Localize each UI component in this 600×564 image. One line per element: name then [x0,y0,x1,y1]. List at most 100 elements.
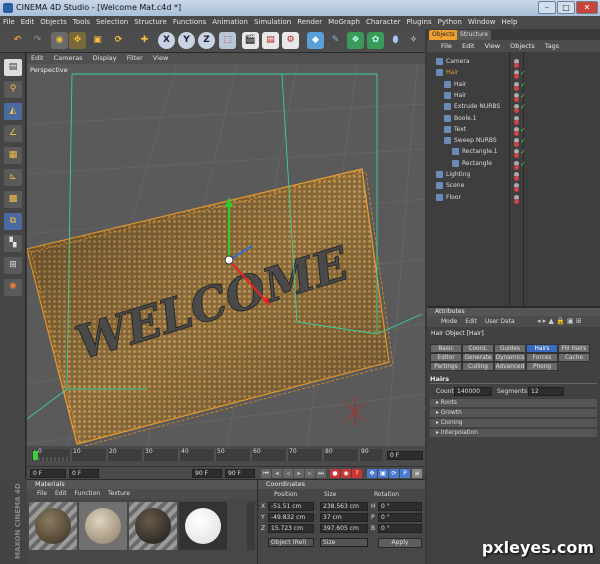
tab-basic[interactable]: Basic [430,344,462,353]
object-row-sweep[interactable]: Sweep NURBS ✓ [428,136,599,148]
autokey-icon[interactable]: ◉ [341,469,351,478]
menu-simulation[interactable]: Simulation [251,18,294,26]
pen-icon[interactable]: ✎ [327,32,344,49]
white-material-swatch[interactable] [179,502,227,550]
rotate-icon[interactable]: ⟳ [110,32,127,49]
object-row-text[interactable]: Text ✓ [428,125,599,136]
play-icon[interactable]: ▸ [294,469,304,478]
object-row-extrude[interactable]: Extrude NURBS ✓ [428,102,599,114]
objects-menu-tags[interactable]: Tags [541,42,563,50]
snap-icon[interactable]: ✺ [4,279,22,296]
position-x-field[interactable]: -51.51 cm [268,502,314,511]
object-row-hair[interactable]: Hair ✓ [428,68,599,80]
segments-field[interactable]: 12 [528,387,564,396]
timeline[interactable]: 0 10 20 30 40 50 60 70 80 90 0 F [27,446,425,466]
minimize-button[interactable]: – [538,1,556,14]
render-picture-icon[interactable]: ▤ [262,32,279,49]
menu-window[interactable]: Window [465,18,499,26]
move-icon[interactable]: ✥ [69,32,86,49]
current-frame-field[interactable]: 0 F [30,469,66,478]
points-mode-icon[interactable]: ◭ [4,103,22,120]
live-selection-icon[interactable]: ◉ [51,32,68,49]
rotation-h-field[interactable]: 0 ° [378,502,422,511]
tab-hairs[interactable]: Hairs [526,344,558,353]
workplane-icon[interactable]: ⊞ [4,257,22,274]
materials-menu-edit[interactable]: Edit [55,490,73,497]
enabled-check-icon[interactable]: ✓ [520,91,526,101]
hair-material-swatch[interactable] [29,502,77,550]
menu-plugins[interactable]: Plugins [404,18,435,26]
menu-help[interactable]: Help [498,18,520,26]
prev-frame-icon[interactable]: ◃ [283,469,293,478]
object-row-hair[interactable]: Hair ✓ [428,91,599,102]
keyframe-selection-icon[interactable]: ? [352,469,362,478]
render-visibility-flag[interactable] [514,130,519,136]
object-row-hair[interactable]: Hair ✓ [428,80,599,91]
rotation-key-icon[interactable]: ⟳ [389,469,399,478]
attributes-menu-edit[interactable]: Edit [465,318,483,325]
add-icon[interactable]: ✚ [136,32,153,49]
scale-icon[interactable]: ▣ [89,32,106,49]
size-z-field[interactable]: 397.605 cm [320,524,368,533]
menu-python[interactable]: Python [435,18,465,26]
viewport-menu-view[interactable]: View [149,54,172,62]
tab-dynamics[interactable]: Dynamics [494,353,526,362]
menu-animation[interactable]: Animation [209,18,251,26]
enabled-check-icon[interactable]: ✓ [520,147,526,157]
growth-group[interactable]: ▸ Growth [430,409,597,417]
close-button[interactable]: ✕ [576,1,598,14]
size-x-field[interactable]: 238.563 cm [320,502,368,511]
menu-tools[interactable]: Tools [70,18,93,26]
model-mode-icon[interactable]: ▤ [4,59,22,76]
object-row-lighting[interactable]: Lighting [428,170,599,181]
position-y-field[interactable]: -49.832 cm [268,513,314,522]
tab-culling[interactable]: Culling [462,362,494,371]
prev-key-icon[interactable]: ◂ [272,469,282,478]
position-key-icon[interactable]: ✥ [367,469,377,478]
render-view-icon[interactable]: 🎬 [242,32,259,49]
render-settings-icon[interactable]: ⚙ [282,32,299,49]
render-visibility-flag[interactable] [514,198,519,204]
rotation-p-field[interactable]: 0 ° [378,513,422,522]
objects-menu-objects[interactable]: Objects [506,42,539,50]
goto-start-icon[interactable]: ⏮ [261,469,271,478]
materials-menu-function[interactable]: Function [75,490,107,497]
render-visibility-flag[interactable] [514,96,519,102]
checker-icon[interactable]: ▚ [4,235,22,252]
tab-advanced[interactable]: Advanced [494,362,526,371]
viewport-menu-edit[interactable]: Edit [27,54,48,62]
menu-edit[interactable]: Edit [18,18,38,26]
param-key-icon[interactable]: P [400,469,410,478]
edges-mode-icon[interactable]: ∠ [4,125,22,142]
record-icon[interactable]: ● [330,469,340,478]
coordinate-system-icon[interactable]: ⬚ [219,32,236,49]
size-y-field[interactable]: 37 cm [320,513,368,522]
tab-forces[interactable]: Forces [526,353,558,362]
render-visibility-flag[interactable] [514,85,519,91]
menu-selection[interactable]: Selection [93,18,131,26]
object-row-boole[interactable]: Boole.1 [428,114,599,125]
array-icon[interactable]: ✿ [367,32,384,49]
perspective-viewport[interactable]: WELCOME Perspective [27,64,425,446]
enabled-check-icon[interactable]: ✓ [520,136,526,146]
enabled-check-icon[interactable]: ✓ [520,80,526,90]
hair-material-2-swatch[interactable] [129,502,177,550]
viewport-menu-display[interactable]: Display [89,54,121,62]
objects-menu-edit[interactable]: Edit [458,42,479,50]
attributes-menu-mode[interactable]: Mode [441,318,463,325]
y-axis-icon[interactable]: Y [178,32,195,49]
tweak-mode-icon[interactable]: ⧉ [4,213,22,230]
apply-button[interactable]: Apply [378,538,422,548]
objects-menu-file[interactable]: File [427,42,456,50]
attributes-nav-icons[interactable]: ◂ ▸ ▲ 🔒 ▣ ⊞ [537,317,582,325]
tab-partings[interactable]: Partings [430,362,462,371]
menu-character[interactable]: Character [363,18,404,26]
size-mode-dropdown[interactable]: Size [320,538,368,547]
object-mode-icon[interactable]: ▩ [4,191,22,208]
polygons-mode-icon[interactable]: ▦ [4,147,22,164]
rotation-b-field[interactable]: 0 ° [378,524,422,533]
redo-icon[interactable]: ↷ [29,32,46,49]
tab-editor[interactable]: Editor [430,353,462,362]
cloning-group[interactable]: ▸ Cloning [430,419,597,427]
tab-structure[interactable]: Structure [457,30,491,40]
